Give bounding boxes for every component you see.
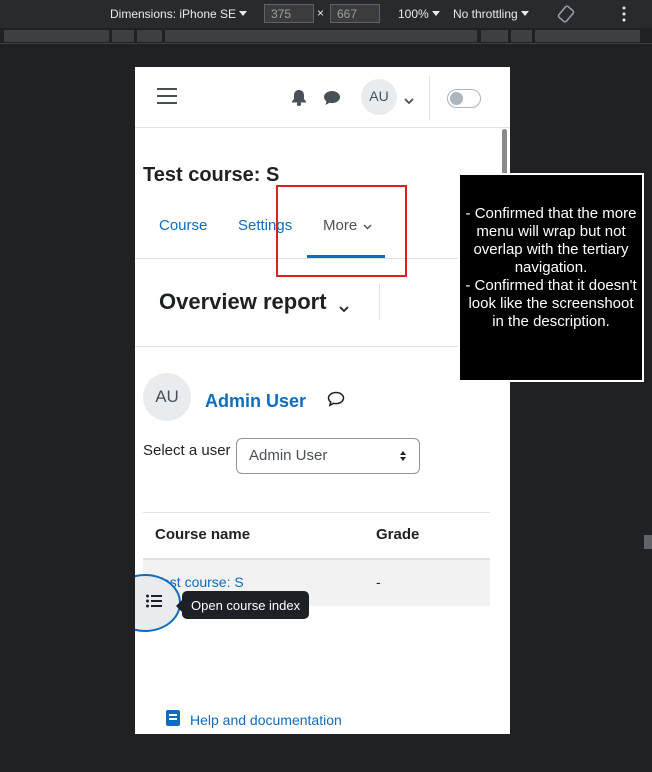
grade-cell: -	[376, 574, 381, 590]
zoom-dropdown[interactable]: 100%	[398, 7, 440, 21]
rotate-icon[interactable]	[557, 5, 575, 26]
width-input[interactable]: 375	[264, 4, 314, 23]
device-viewport: AU Test course: S Course Settings More O…	[135, 67, 510, 734]
user-avatar-large[interactable]: AU	[143, 373, 191, 421]
chevron-down-icon[interactable]	[339, 300, 349, 318]
vertical-ellipsis-icon[interactable]	[621, 6, 627, 25]
report-selector[interactable]: Overview report	[159, 289, 327, 315]
list-icon	[146, 594, 162, 613]
devtools-toolbar: Dimensions: iPhone SE 375 × 667 100% No …	[0, 0, 652, 28]
zoom-label: 100%	[398, 7, 429, 21]
toggle-knob	[450, 92, 463, 105]
annotation-line: - Confirmed that the more menu will wrap…	[465, 205, 637, 276]
caret-down-icon	[431, 11, 440, 16]
tab-course[interactable]: Course	[159, 217, 207, 234]
device-dimensions-dropdown[interactable]: Dimensions: iPhone SE	[110, 7, 248, 21]
annotation-line: - Confirmed that it doesn't look like th…	[465, 277, 637, 330]
divider	[135, 346, 510, 347]
report-divider	[379, 284, 380, 320]
user-select-value: Admin User	[249, 447, 328, 464]
user-avatar[interactable]: AU	[361, 79, 397, 115]
column-header-grade: Grade	[376, 526, 420, 543]
page-title: Test course: S	[143, 164, 280, 186]
resize-handle[interactable]	[644, 535, 652, 549]
media-query-ruler[interactable]	[0, 28, 652, 44]
book-icon	[166, 710, 180, 726]
top-navbar: AU	[135, 67, 510, 128]
caret-down-icon	[520, 11, 529, 16]
height-input[interactable]: 667	[330, 4, 380, 23]
help-documentation-link[interactable]: Help and documentation	[190, 712, 342, 728]
times-symbol: ×	[317, 6, 325, 20]
throttling-label: No throttling	[453, 7, 518, 21]
chevron-down-icon[interactable]	[404, 92, 414, 110]
course-index-tooltip: Open course index	[176, 591, 309, 619]
annotation-note: - Confirmed that the more menu will wrap…	[458, 173, 644, 382]
caret-down-icon	[239, 11, 248, 16]
hamburger-menu-icon[interactable]	[157, 88, 177, 104]
select-arrows-icon	[400, 451, 406, 461]
device-dimensions-label: Dimensions: iPhone SE	[110, 7, 237, 21]
highlight-box	[276, 185, 407, 277]
notification-bell-icon[interactable]	[291, 89, 307, 111]
dark-mode-toggle[interactable]	[447, 89, 481, 108]
throttling-dropdown[interactable]: No throttling	[453, 7, 529, 21]
column-header-course-name: Course name	[155, 526, 251, 543]
table-top-border	[143, 512, 490, 513]
navbar-divider	[429, 76, 430, 120]
user-select[interactable]: Admin User	[236, 438, 420, 474]
select-user-label: Select a user	[143, 442, 231, 459]
messages-icon[interactable]	[323, 90, 341, 111]
message-user-icon[interactable]	[327, 391, 345, 412]
user-name-link[interactable]: Admin User	[205, 391, 306, 412]
